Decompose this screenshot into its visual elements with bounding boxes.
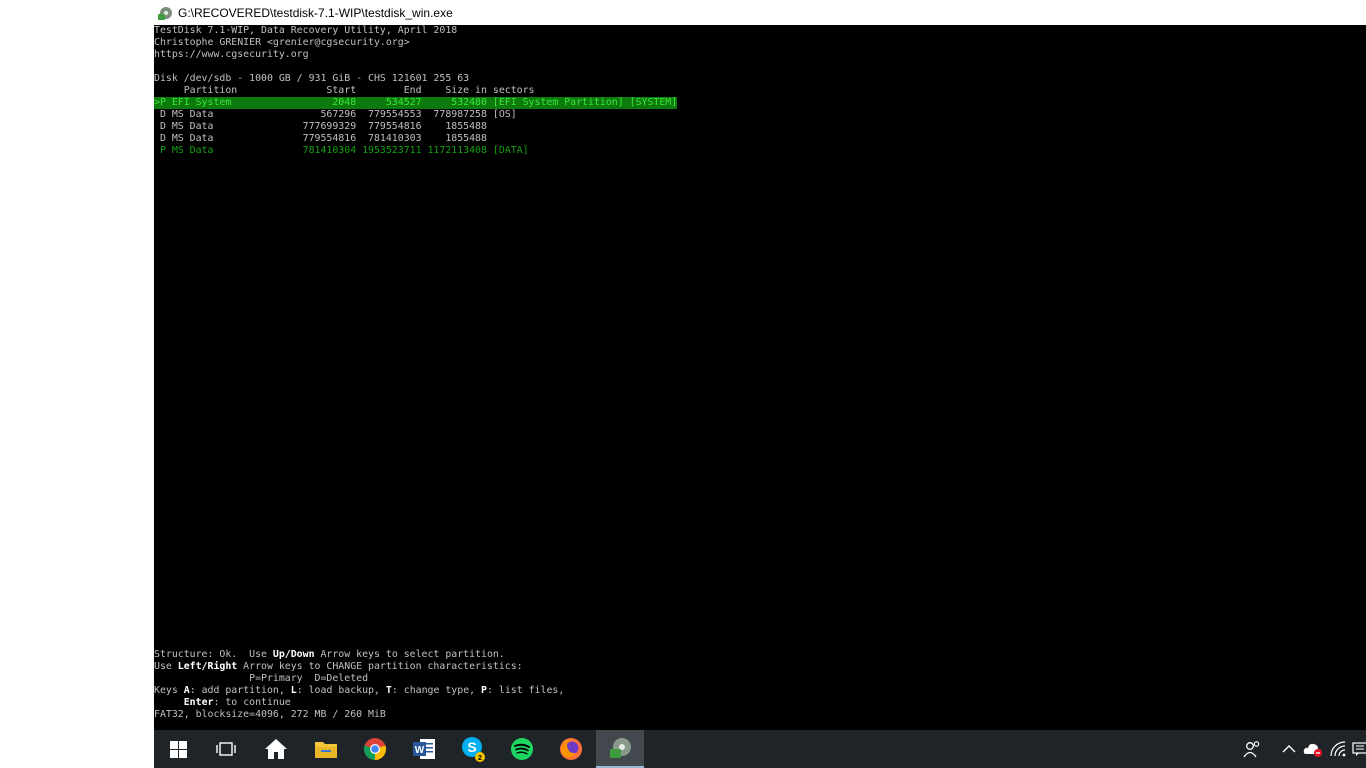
file-explorer-icon: [315, 742, 337, 758]
skype-badge: 2: [478, 755, 482, 762]
disk-info-line: Disk /dev/sdb - 1000 GB / 931 GiB - CHS …: [154, 73, 470, 84]
footer-text: Use: [154, 661, 178, 672]
chrome-icon: [363, 738, 387, 761]
tray-action-center[interactable]: [1348, 730, 1366, 768]
footer-text: : add partition,: [189, 685, 291, 696]
taskbar-testdisk[interactable]: [596, 730, 644, 768]
partition-row[interactable]: D MS Data 779554816 781410303 1855488: [154, 133, 487, 145]
footer-text: [154, 697, 184, 708]
key-hint: Enter: [183, 697, 214, 708]
footer-text: Keys: [154, 685, 184, 696]
svg-text:W: W: [415, 745, 425, 756]
partition-details-line: FAT32, blocksize=4096, 272 MB / 260 MiB: [154, 709, 386, 720]
footer-keys-line: Keys A: add partition, L: load backup, T…: [154, 685, 564, 697]
partition-row[interactable]: P MS Data 781410304 1953523711 117211340…: [154, 145, 529, 157]
testdisk-icon: [610, 738, 631, 758]
footer-text: : to continue: [213, 697, 291, 708]
spotify-icon: [511, 738, 533, 760]
key-hint: Left/Right: [177, 661, 238, 672]
footer-text: : change type,: [391, 685, 482, 696]
header-line-author: Christophe GRENIER <grenier@cgsecurity.o…: [154, 37, 410, 48]
svg-text:S: S: [467, 739, 476, 755]
taskbar-skype[interactable]: S 2: [449, 730, 497, 768]
footer-text: : load backup,: [296, 685, 386, 696]
window-title: G:\RECOVERED\testdisk-7.1-WIP\testdisk_w…: [178, 5, 453, 20]
start-icon: [169, 740, 187, 758]
people-icon: [1243, 741, 1260, 758]
taskbar-firefox[interactable]: [547, 730, 595, 768]
firefox-icon: [560, 738, 582, 760]
desktop-margin: [0, 0, 154, 768]
skype-icon: S 2: [462, 737, 485, 762]
tray-show-hidden[interactable]: [1277, 730, 1301, 768]
partition-row[interactable]: D MS Data 567296 779554553 778987258 [OS…: [154, 109, 517, 121]
taskbar-word[interactable]: W: [400, 730, 448, 768]
footer-text: : list files,: [487, 685, 565, 696]
header-line-url: https://www.cgsecurity.org: [154, 49, 309, 60]
word-icon: W: [413, 739, 435, 759]
tray-people[interactable]: [1240, 730, 1264, 768]
testdisk-app-icon: [158, 6, 172, 20]
task-view-icon: [216, 742, 236, 756]
taskbar-spotify[interactable]: [498, 730, 546, 768]
taskbar-chrome[interactable]: [351, 730, 399, 768]
task-view-button[interactable]: [202, 730, 250, 768]
footer-text: Arrow keys to select partition.: [314, 649, 505, 660]
taskbar-home[interactable]: [252, 730, 300, 768]
onedrive-icon: [1303, 743, 1322, 757]
tray-onedrive[interactable]: [1301, 730, 1325, 768]
chevron-up-icon: [1282, 745, 1296, 753]
start-button[interactable]: [154, 730, 202, 768]
footer-text: Structure: Ok. Use: [154, 649, 273, 660]
console-output[interactable]: TestDisk 7.1-WIP, Data Recovery Utility,…: [154, 25, 1366, 730]
partition-row-selected[interactable]: >P EFI System 2048 534527 532480 [EFI Sy…: [154, 97, 678, 109]
key-hint: Up/Down: [272, 649, 315, 660]
taskbar: W S 2: [154, 730, 1366, 768]
partition-table-header: Partition Start End Size in sectors: [154, 85, 535, 96]
action-center-icon: [1352, 742, 1366, 756]
home-icon: [265, 739, 287, 759]
footer-change-line: Use Left/Right Arrow keys to CHANGE part…: [154, 661, 523, 673]
footer-text: Arrow keys to CHANGE partition character…: [237, 661, 523, 672]
footer-legend-line: P=Primary D=Deleted: [154, 673, 369, 684]
window-titlebar[interactable]: G:\RECOVERED\testdisk-7.1-WIP\testdisk_w…: [154, 0, 1366, 25]
taskbar-file-explorer[interactable]: [302, 730, 350, 768]
tray-network[interactable]: [1326, 730, 1350, 768]
partition-row[interactable]: D MS Data 777699329 779554816 1855488: [154, 121, 487, 133]
footer-enter-line: Enter: to continue: [154, 697, 291, 709]
header-line-program: TestDisk 7.1-WIP, Data Recovery Utility,…: [154, 25, 458, 36]
footer-structure-line: Structure: Ok. Use Up/Down Arrow keys to…: [154, 649, 505, 661]
wifi-icon: [1330, 741, 1346, 757]
